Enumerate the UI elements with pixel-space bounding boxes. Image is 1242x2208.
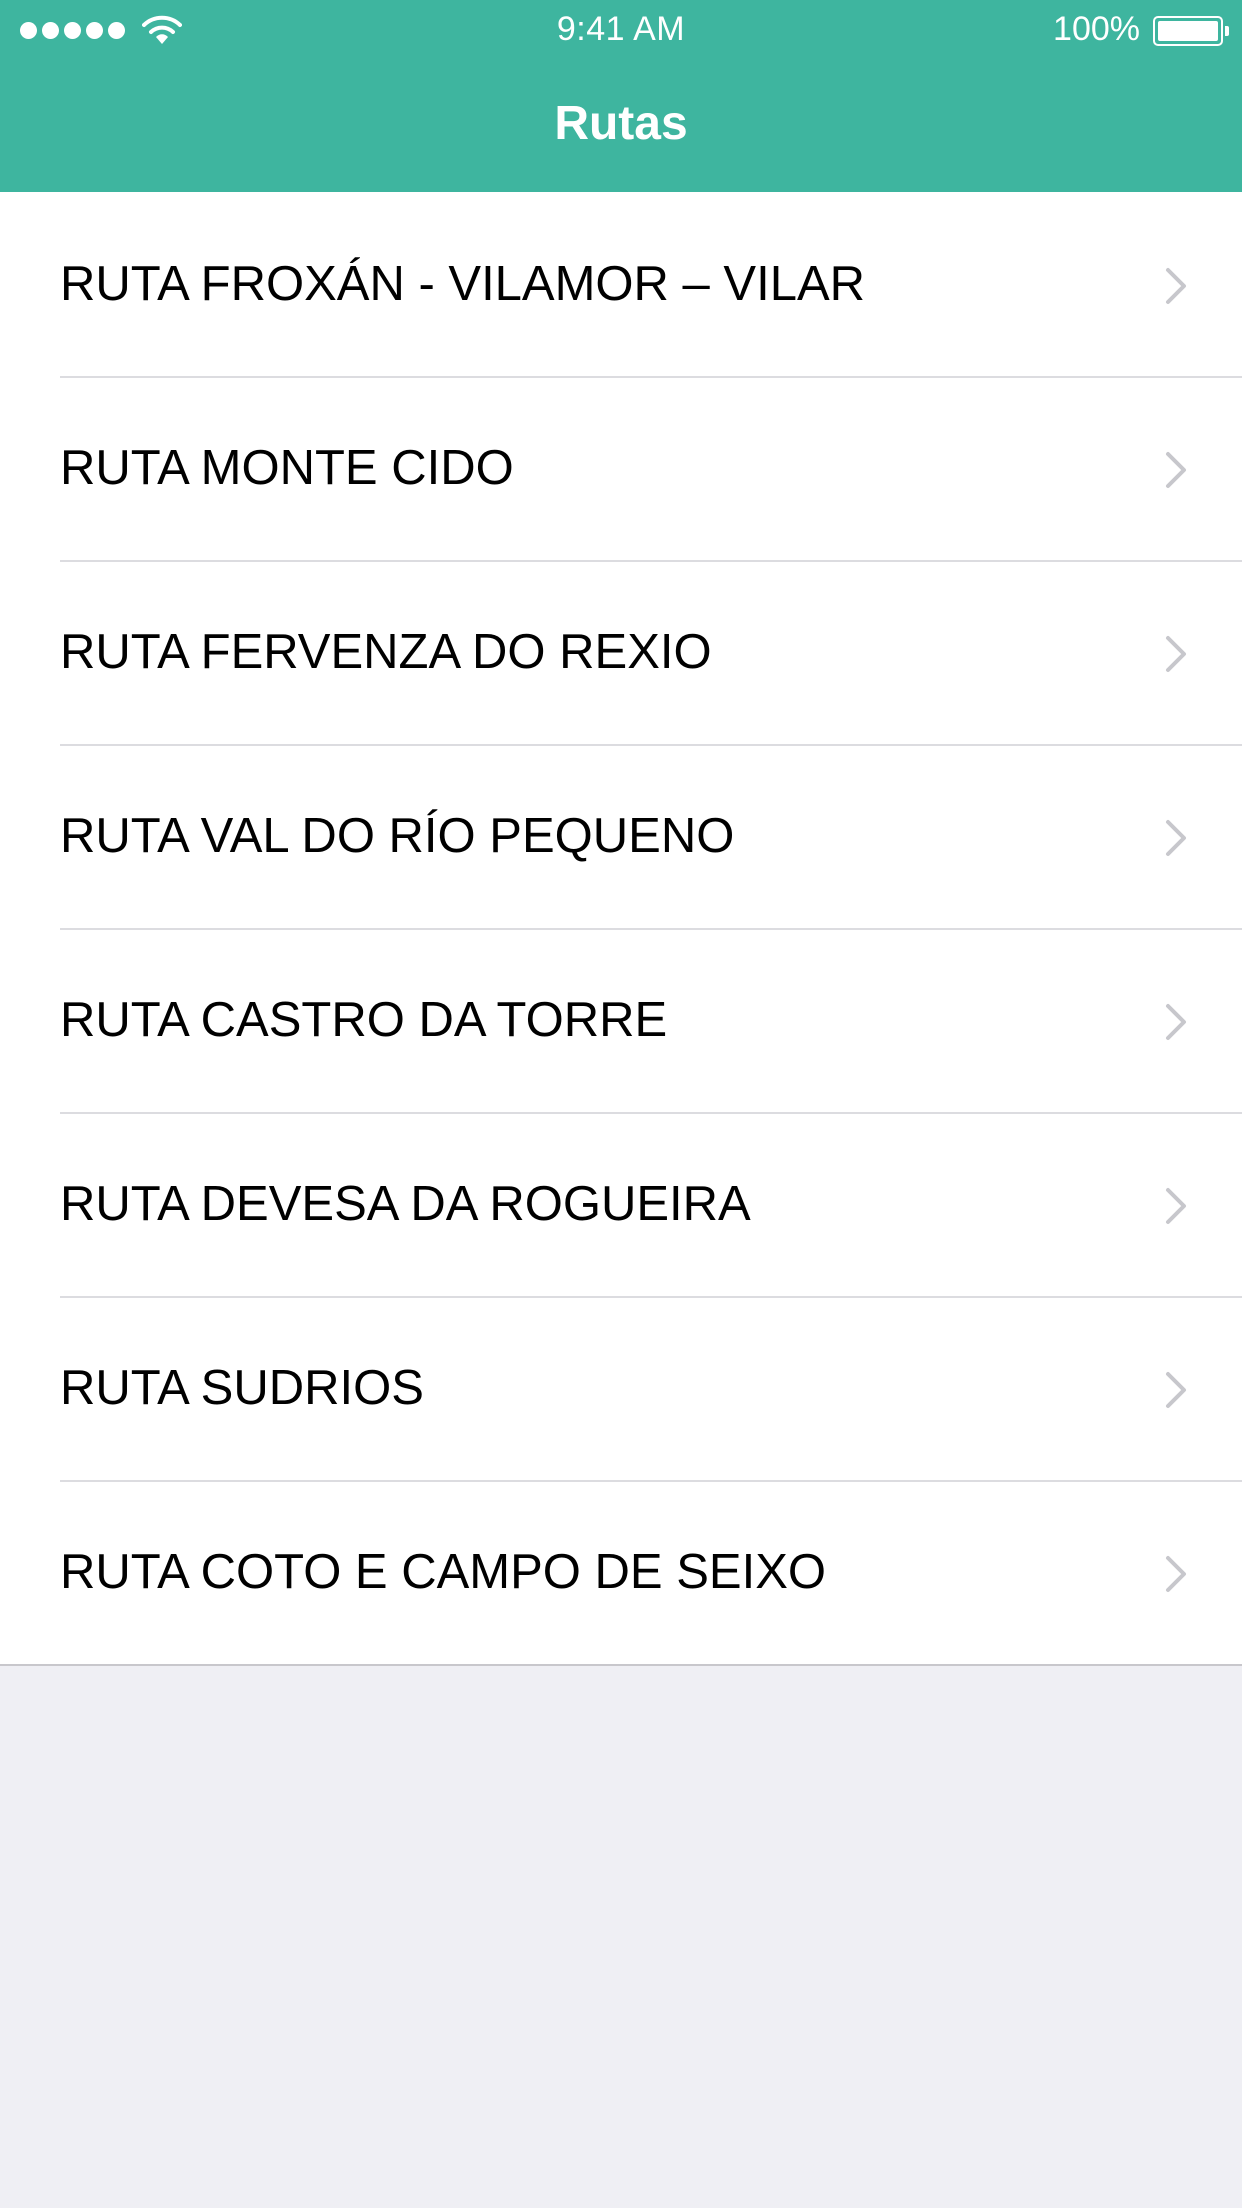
route-label: RUTA VAL DO RÍO PEQUENO <box>60 809 735 863</box>
chevron-right-icon <box>1166 1004 1186 1040</box>
chevron-right-icon <box>1166 820 1186 856</box>
route-row[interactable]: RUTA COTO E CAMPO DE SEIXO <box>0 1480 1242 1664</box>
route-label: RUTA FERVENZA DO REXIO <box>60 625 712 679</box>
battery-fill <box>1158 21 1218 41</box>
route-row[interactable]: RUTA FERVENZA DO REXIO <box>0 560 1242 744</box>
chevron-right-icon <box>1166 1372 1186 1408</box>
battery-nub <box>1225 26 1229 36</box>
route-row[interactable]: RUTA MONTE CIDO <box>0 376 1242 560</box>
chevron-right-icon <box>1166 1188 1186 1224</box>
route-label: RUTA DEVESA DA ROGUEIRA <box>60 1177 751 1231</box>
chevron-right-icon <box>1166 452 1186 488</box>
route-label: RUTA COTO E CAMPO DE SEIXO <box>60 1545 826 1599</box>
screen: 9:41 AM 100% Rutas RUTA FROXÁN - VILAMOR… <box>0 0 1242 2208</box>
page-title: Rutas <box>554 97 688 150</box>
chevron-right-icon <box>1166 1556 1186 1592</box>
route-label: RUTA SUDRIOS <box>60 1361 424 1415</box>
battery-percent: 100% <box>1053 10 1140 48</box>
route-row[interactable]: RUTA DEVESA DA ROGUEIRA <box>0 1112 1242 1296</box>
route-label: RUTA CASTRO DA TORRE <box>60 993 668 1047</box>
route-row[interactable]: RUTA CASTRO DA TORRE <box>0 928 1242 1112</box>
chevron-right-icon <box>1166 268 1186 304</box>
route-row[interactable]: RUTA SUDRIOS <box>0 1296 1242 1480</box>
battery-icon <box>1153 16 1229 46</box>
route-list: RUTA FROXÁN - VILAMOR – VILAR RUTA MONTE … <box>0 192 1242 1666</box>
route-label: RUTA MONTE CIDO <box>60 441 514 495</box>
status-bar: 9:41 AM 100% <box>0 0 1242 60</box>
route-label: RUTA FROXÁN - VILAMOR – VILAR <box>60 257 866 311</box>
route-row[interactable]: RUTA VAL DO RÍO PEQUENO <box>0 744 1242 928</box>
chevron-right-icon <box>1166 636 1186 672</box>
route-row[interactable]: RUTA FROXÁN - VILAMOR – VILAR <box>0 192 1242 376</box>
app-header: 9:41 AM 100% Rutas <box>0 0 1242 192</box>
